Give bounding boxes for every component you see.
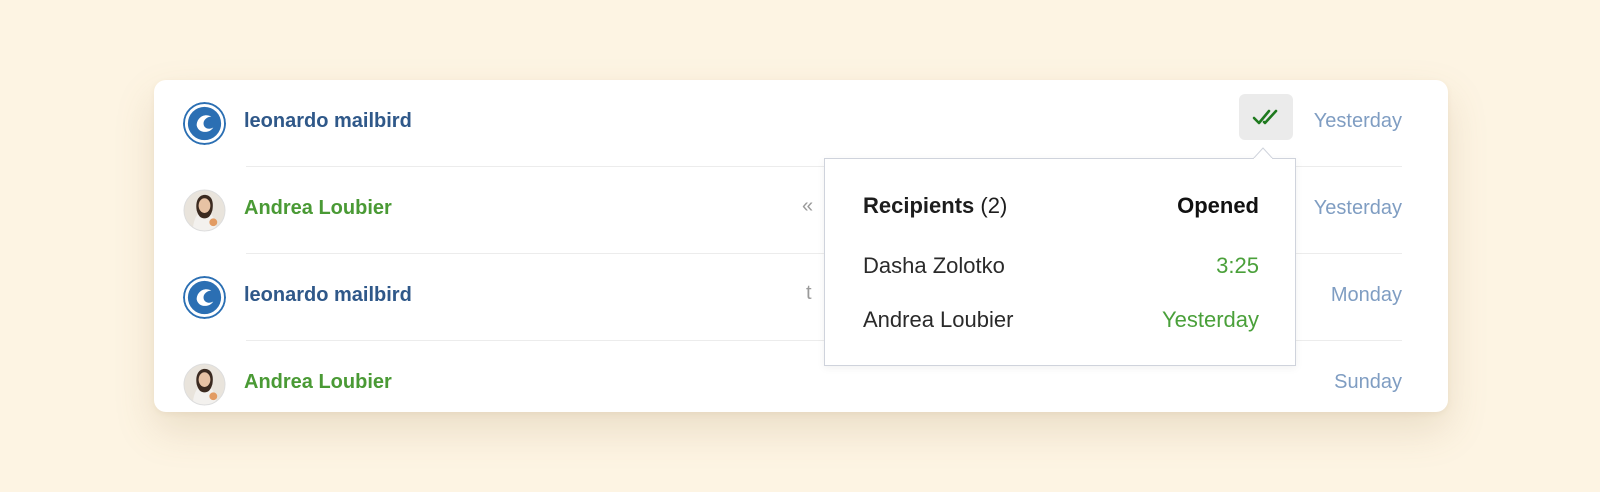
recipients-header: Recipients (2) — [863, 193, 1008, 218]
sender-name: Andrea Loubier — [244, 371, 392, 393]
double-check-icon — [1252, 109, 1278, 125]
mailbird-logo-icon — [183, 102, 226, 145]
obscured-text: « — [802, 195, 814, 217]
avatar — [183, 189, 226, 232]
sender-name: leonardo mailbird — [244, 110, 412, 132]
recipient-name: Dasha Zolotko — [863, 253, 1005, 278]
opened-time: 3:25 — [1216, 253, 1259, 278]
avatar — [183, 363, 226, 406]
popup-caret — [1253, 147, 1273, 159]
sender-name: leonardo mailbird — [244, 284, 412, 306]
recipient-name: Andrea Loubier — [863, 307, 1014, 332]
message-date: Sunday — [1334, 371, 1402, 393]
message-date: Yesterday — [1313, 110, 1402, 132]
sender-name: Andrea Loubier — [244, 197, 392, 219]
message-date: Monday — [1330, 284, 1402, 306]
read-receipts-popup: Recipients (2) Opened Dasha Zolotko 3:25… — [824, 158, 1296, 366]
recipients-count: (2) — [980, 193, 1008, 218]
read-receipt-button[interactable] — [1239, 94, 1293, 140]
opened-header: Opened — [1177, 193, 1259, 218]
mailbird-logo-icon — [183, 276, 226, 319]
message-date: Yesterday — [1313, 197, 1402, 219]
obscured-text: t — [806, 282, 812, 304]
opened-time: Yesterday — [1161, 307, 1259, 332]
